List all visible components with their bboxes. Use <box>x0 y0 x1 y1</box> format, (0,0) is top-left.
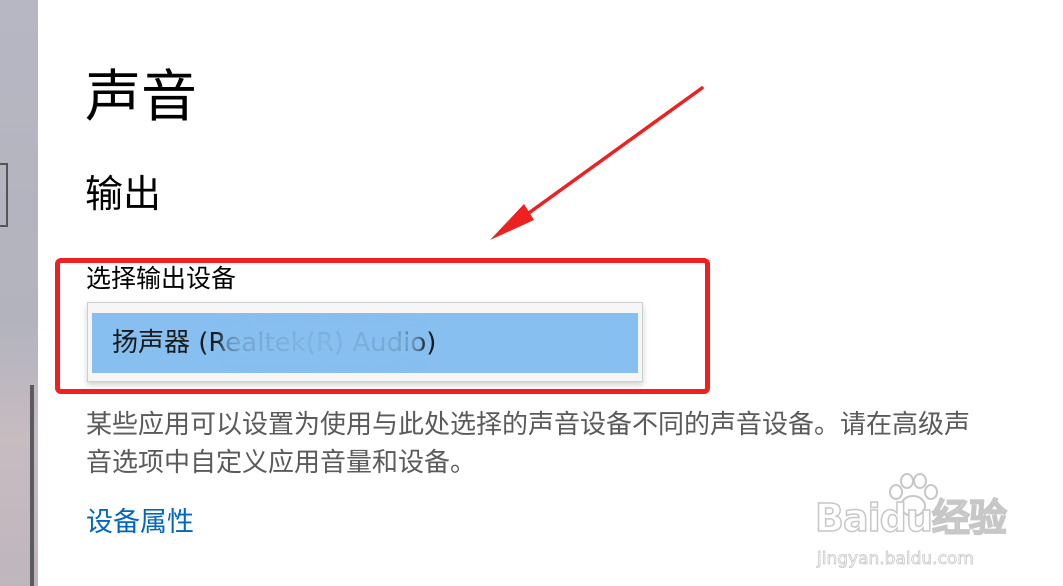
annotation-highlight-box <box>55 258 710 394</box>
watermark-url: jingyan.baidu.com <box>817 549 975 570</box>
watermark-logo-text: Baidu经验 <box>814 495 1007 541</box>
page-title: 声音 <box>85 65 197 130</box>
output-section-title: 输出 <box>85 172 162 216</box>
left-nav-strip <box>0 0 38 586</box>
nav-scrollbar[interactable] <box>30 385 34 586</box>
device-properties-link[interactable]: 设备属性 <box>86 505 194 541</box>
sound-settings-page: 声音 输出 选择输出设备 扬声器 (Realtek(R) Audio) 某些应用… <box>0 0 1063 586</box>
annotation-arrow-icon <box>490 86 704 240</box>
nav-edge-frame <box>0 163 8 227</box>
baidu-watermark: Baidu经验 jingyan.baidu.com <box>814 470 1045 580</box>
